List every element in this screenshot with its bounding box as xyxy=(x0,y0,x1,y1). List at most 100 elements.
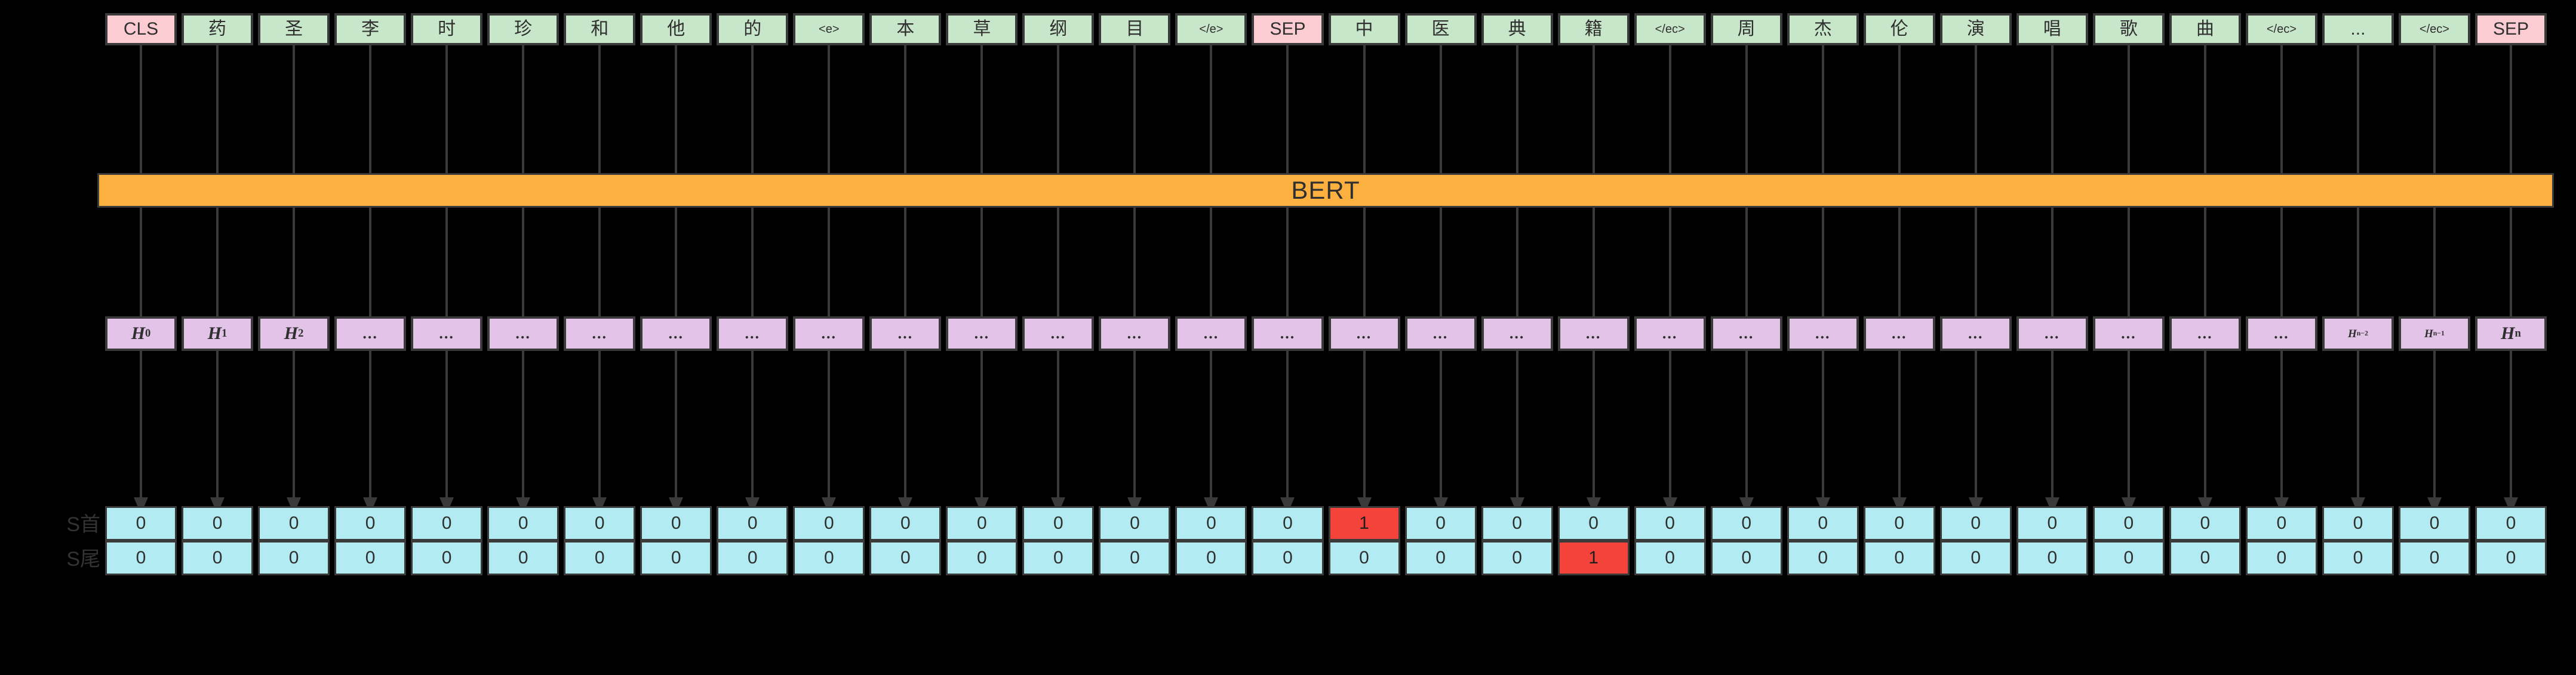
hidden-state-cell: ... xyxy=(869,316,942,351)
hidden-state-cell: ... xyxy=(793,316,865,351)
token-cell: 籍 xyxy=(1557,13,1630,45)
hidden-state-cell: ... xyxy=(1252,316,1324,351)
s-tail-row-label: S尾 xyxy=(66,548,100,571)
tag-cell: 0 xyxy=(1022,506,1095,541)
bert-encoder-block: BERT xyxy=(97,173,2554,208)
token-cell: 的 xyxy=(717,13,789,45)
tag-cell: 0 xyxy=(1710,541,1782,575)
hidden-state-cell: ... xyxy=(2092,316,2165,351)
token-cell: 周 xyxy=(1710,13,1782,45)
token-cell: 典 xyxy=(1481,13,1553,45)
tag-cell: 0 xyxy=(1710,506,1782,541)
tag-cell: 0 xyxy=(1099,506,1171,541)
token-cell: 草 xyxy=(946,13,1018,45)
lines-token-to-bert xyxy=(140,45,2512,173)
tag-cell: 0 xyxy=(1404,506,1477,541)
tag-cell: 0 xyxy=(1404,541,1477,575)
tag-cell: 0 xyxy=(334,506,407,541)
tag-cell: 0 xyxy=(1863,541,1935,575)
token-cell: 曲 xyxy=(2169,13,2241,45)
hidden-state-cell: ... xyxy=(1175,316,1247,351)
tag-cell: 0 xyxy=(258,506,330,541)
tag-cell: 0 xyxy=(2322,506,2394,541)
token-cell: 唱 xyxy=(2016,13,2088,45)
hidden-state-cell: ... xyxy=(1404,316,1477,351)
hidden-state-cell: ... xyxy=(1939,316,2012,351)
tag-cell: 0 xyxy=(1634,506,1706,541)
hidden-state-subscript: n xyxy=(2514,326,2521,340)
token-cell: 本 xyxy=(869,13,942,45)
tag-cell: 0 xyxy=(105,541,177,575)
tag-cell: 0 xyxy=(869,506,942,541)
token-cell: 杰 xyxy=(1787,13,1859,45)
hidden-state-subscript: n−1 xyxy=(2433,329,2445,338)
tag-cell: 0 xyxy=(1481,506,1553,541)
hidden-state-cell: H1 xyxy=(182,316,254,351)
tag-cell: 0 xyxy=(2398,506,2470,541)
tag-cell: 1 xyxy=(1557,541,1630,575)
hidden-state-cell: ... xyxy=(564,316,636,351)
token-cell: SEP xyxy=(1252,13,1324,45)
hidden-state-cell: ... xyxy=(334,316,407,351)
tag-cell: 0 xyxy=(946,506,1018,541)
tag-cell: 0 xyxy=(640,506,712,541)
hidden-state-symbol: H xyxy=(2424,327,2433,340)
token-cell: <e> xyxy=(793,13,865,45)
hidden-state-cell: ... xyxy=(1557,316,1630,351)
hidden-state-cell: ... xyxy=(487,316,560,351)
lines-bert-to-hidden xyxy=(140,208,2512,316)
tag-cell: 0 xyxy=(1557,506,1630,541)
hidden-state-cell: ... xyxy=(717,316,789,351)
token-cell: 歌 xyxy=(2092,13,2165,45)
tag-cell: 0 xyxy=(2245,541,2317,575)
tag-cell: 0 xyxy=(1863,506,1935,541)
lines-hidden-to-tags xyxy=(134,351,2519,514)
token-cell: 时 xyxy=(411,13,483,45)
tag-cell: 0 xyxy=(1252,506,1324,541)
hidden-state-symbol: H xyxy=(284,323,299,343)
tag-cell: 0 xyxy=(105,506,177,541)
tag-cell: 0 xyxy=(793,506,865,541)
hidden-state-cell: ... xyxy=(1710,316,1782,351)
hidden-state-cell: Hn−2 xyxy=(2322,316,2394,351)
tag-cell: 0 xyxy=(717,506,789,541)
hidden-state-cell: Hn−1 xyxy=(2398,316,2470,351)
tag-cell: 0 xyxy=(2169,541,2241,575)
tag-cell: 0 xyxy=(1634,541,1706,575)
token-cell: 目 xyxy=(1099,13,1171,45)
tag-cell: 0 xyxy=(2398,541,2470,575)
hidden-state-symbol: H xyxy=(207,323,222,343)
token-cell: 圣 xyxy=(258,13,330,45)
tag-cell: 0 xyxy=(564,541,636,575)
token-cell: SEP xyxy=(2474,13,2547,45)
tag-cell: 0 xyxy=(182,506,254,541)
bert-label: BERT xyxy=(1291,176,1360,204)
token-cell: 李 xyxy=(334,13,407,45)
tag-cell: 0 xyxy=(1175,541,1247,575)
tag-cell: 0 xyxy=(1252,541,1324,575)
input-token-row: CLS 药圣李时珍和他的 <e> 本草纲目 </e> SEP 中医典籍 </ec> 周杰伦演唱歌… xyxy=(105,13,2547,45)
hidden-state-cell: ... xyxy=(640,316,712,351)
hidden-state-cell: Hn xyxy=(2474,316,2547,351)
hidden-state-cell: ... xyxy=(411,316,483,351)
tag-cell: 0 xyxy=(2169,506,2241,541)
token-cell: </ec> xyxy=(2245,13,2317,45)
tag-cell: 0 xyxy=(2092,506,2165,541)
hidden-state-cell: H2 xyxy=(258,316,330,351)
hidden-state-cell: ... xyxy=(1328,316,1400,351)
tag-cell: 0 xyxy=(1939,506,2012,541)
tag-cell: 1 xyxy=(1328,506,1400,541)
hidden-state-cell: ... xyxy=(1099,316,1171,351)
tag-cell: 0 xyxy=(1787,506,1859,541)
tag-cell: 0 xyxy=(411,541,483,575)
hidden-state-cell: ... xyxy=(1863,316,1935,351)
hidden-state-cell: ... xyxy=(1481,316,1553,351)
hidden-state-cell: ... xyxy=(2245,316,2317,351)
hidden-state-symbol: H xyxy=(2347,327,2357,340)
token-cell: 他 xyxy=(640,13,712,45)
token-cell: 演 xyxy=(1939,13,2012,45)
hidden-state-subscript: 2 xyxy=(298,326,304,340)
token-cell: 珍 xyxy=(487,13,560,45)
tag-cell: 0 xyxy=(717,541,789,575)
tag-cell: 0 xyxy=(1939,541,2012,575)
